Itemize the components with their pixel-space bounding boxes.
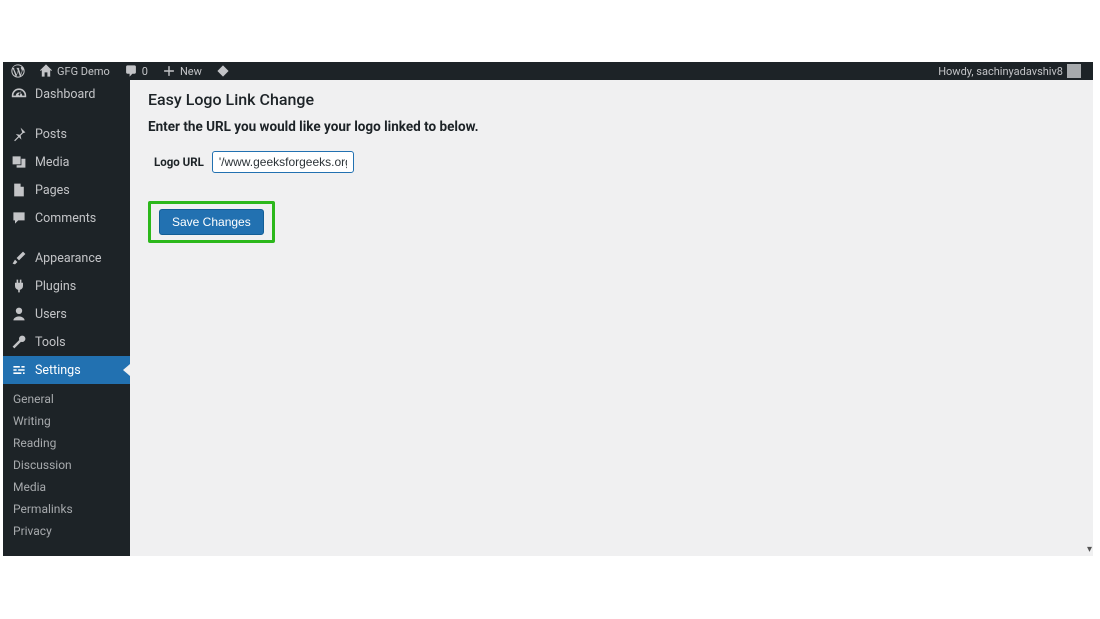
pin-icon — [11, 126, 27, 142]
sidebar-item-label: Pages — [35, 183, 70, 198]
save-changes-button[interactable]: Save Changes — [159, 209, 264, 235]
sidebar-item-label: Settings — [35, 363, 81, 378]
save-highlight-box: Save Changes — [148, 201, 275, 243]
sidebar-item-pages[interactable]: Pages — [3, 176, 130, 204]
comments-link[interactable]: 0 — [118, 64, 154, 78]
sidebar-item-label: Tools — [35, 335, 66, 350]
home-icon — [39, 64, 53, 78]
new-content-link[interactable]: New — [156, 64, 208, 78]
sidebar-item-appearance[interactable]: Appearance — [3, 244, 130, 272]
main-content: Easy Logo Link Change Enter the URL you … — [130, 80, 1093, 556]
sidebar-item-label: Users — [35, 307, 67, 322]
sidebar-item-tools[interactable]: Tools — [3, 328, 130, 356]
submenu-discussion[interactable]: Discussion — [3, 454, 130, 476]
sidebar-item-label: Appearance — [35, 251, 102, 266]
scroll-indicator-icon: ▾ — [1087, 544, 1092, 555]
diamond-icon — [216, 64, 230, 78]
plus-icon — [162, 64, 176, 78]
admin-topbar: GFG Demo 0 New Howdy, s — [3, 62, 1093, 80]
comment-icon — [124, 64, 138, 78]
submenu-general[interactable]: General — [3, 388, 130, 410]
submenu-privacy[interactable]: Privacy — [3, 520, 130, 542]
avatar — [1067, 64, 1081, 78]
dashboard-icon — [11, 86, 27, 102]
settings-submenu: General Writing Reading Discussion Media… — [3, 384, 130, 548]
page-icon — [11, 182, 27, 198]
sidebar-item-label: Posts — [35, 127, 67, 142]
comment-icon — [11, 210, 27, 226]
submenu-reading[interactable]: Reading — [3, 432, 130, 454]
sidebar-item-label: Plugins — [35, 279, 76, 294]
account-link[interactable]: Howdy, sachinyadavshiv8 — [932, 64, 1087, 78]
wrench-icon — [11, 334, 27, 350]
sidebar-item-comments[interactable]: Comments — [3, 204, 130, 232]
submenu-media[interactable]: Media — [3, 476, 130, 498]
brush-icon — [11, 250, 27, 266]
plug-icon — [11, 278, 27, 294]
sidebar-item-plugins[interactable]: Plugins — [3, 272, 130, 300]
page-subtitle: Enter the URL you would like your logo l… — [148, 119, 1075, 135]
wp-logo-menu[interactable] — [5, 64, 31, 78]
logo-url-input[interactable] — [212, 151, 354, 173]
logo-url-label: Logo URL — [154, 155, 204, 169]
site-name: GFG Demo — [57, 65, 110, 78]
logo-url-row: Logo URL — [154, 151, 1075, 173]
submenu-writing[interactable]: Writing — [3, 410, 130, 432]
new-label: New — [180, 65, 202, 78]
sliders-icon — [11, 362, 27, 378]
sidebar-item-label: Media — [35, 155, 69, 170]
user-icon — [11, 306, 27, 322]
cache-menu[interactable] — [210, 64, 236, 78]
sidebar-item-posts[interactable]: Posts — [3, 120, 130, 148]
media-icon — [11, 154, 27, 170]
wordpress-icon — [11, 64, 25, 78]
submenu-permalinks[interactable]: Permalinks — [3, 498, 130, 520]
site-name-link[interactable]: GFG Demo — [33, 64, 116, 78]
page-title: Easy Logo Link Change — [148, 90, 1075, 109]
sidebar-item-dashboard[interactable]: Dashboard — [3, 80, 130, 108]
sidebar-item-label: Comments — [35, 211, 96, 226]
admin-sidebar: Dashboard Posts Media — [3, 80, 130, 556]
sidebar-item-label: Dashboard — [35, 87, 95, 102]
sidebar-item-media[interactable]: Media — [3, 148, 130, 176]
comments-count: 0 — [142, 65, 148, 78]
howdy-text: Howdy, sachinyadavshiv8 — [938, 65, 1063, 78]
sidebar-item-settings[interactable]: Settings — [3, 356, 130, 384]
sidebar-item-users[interactable]: Users — [3, 300, 130, 328]
